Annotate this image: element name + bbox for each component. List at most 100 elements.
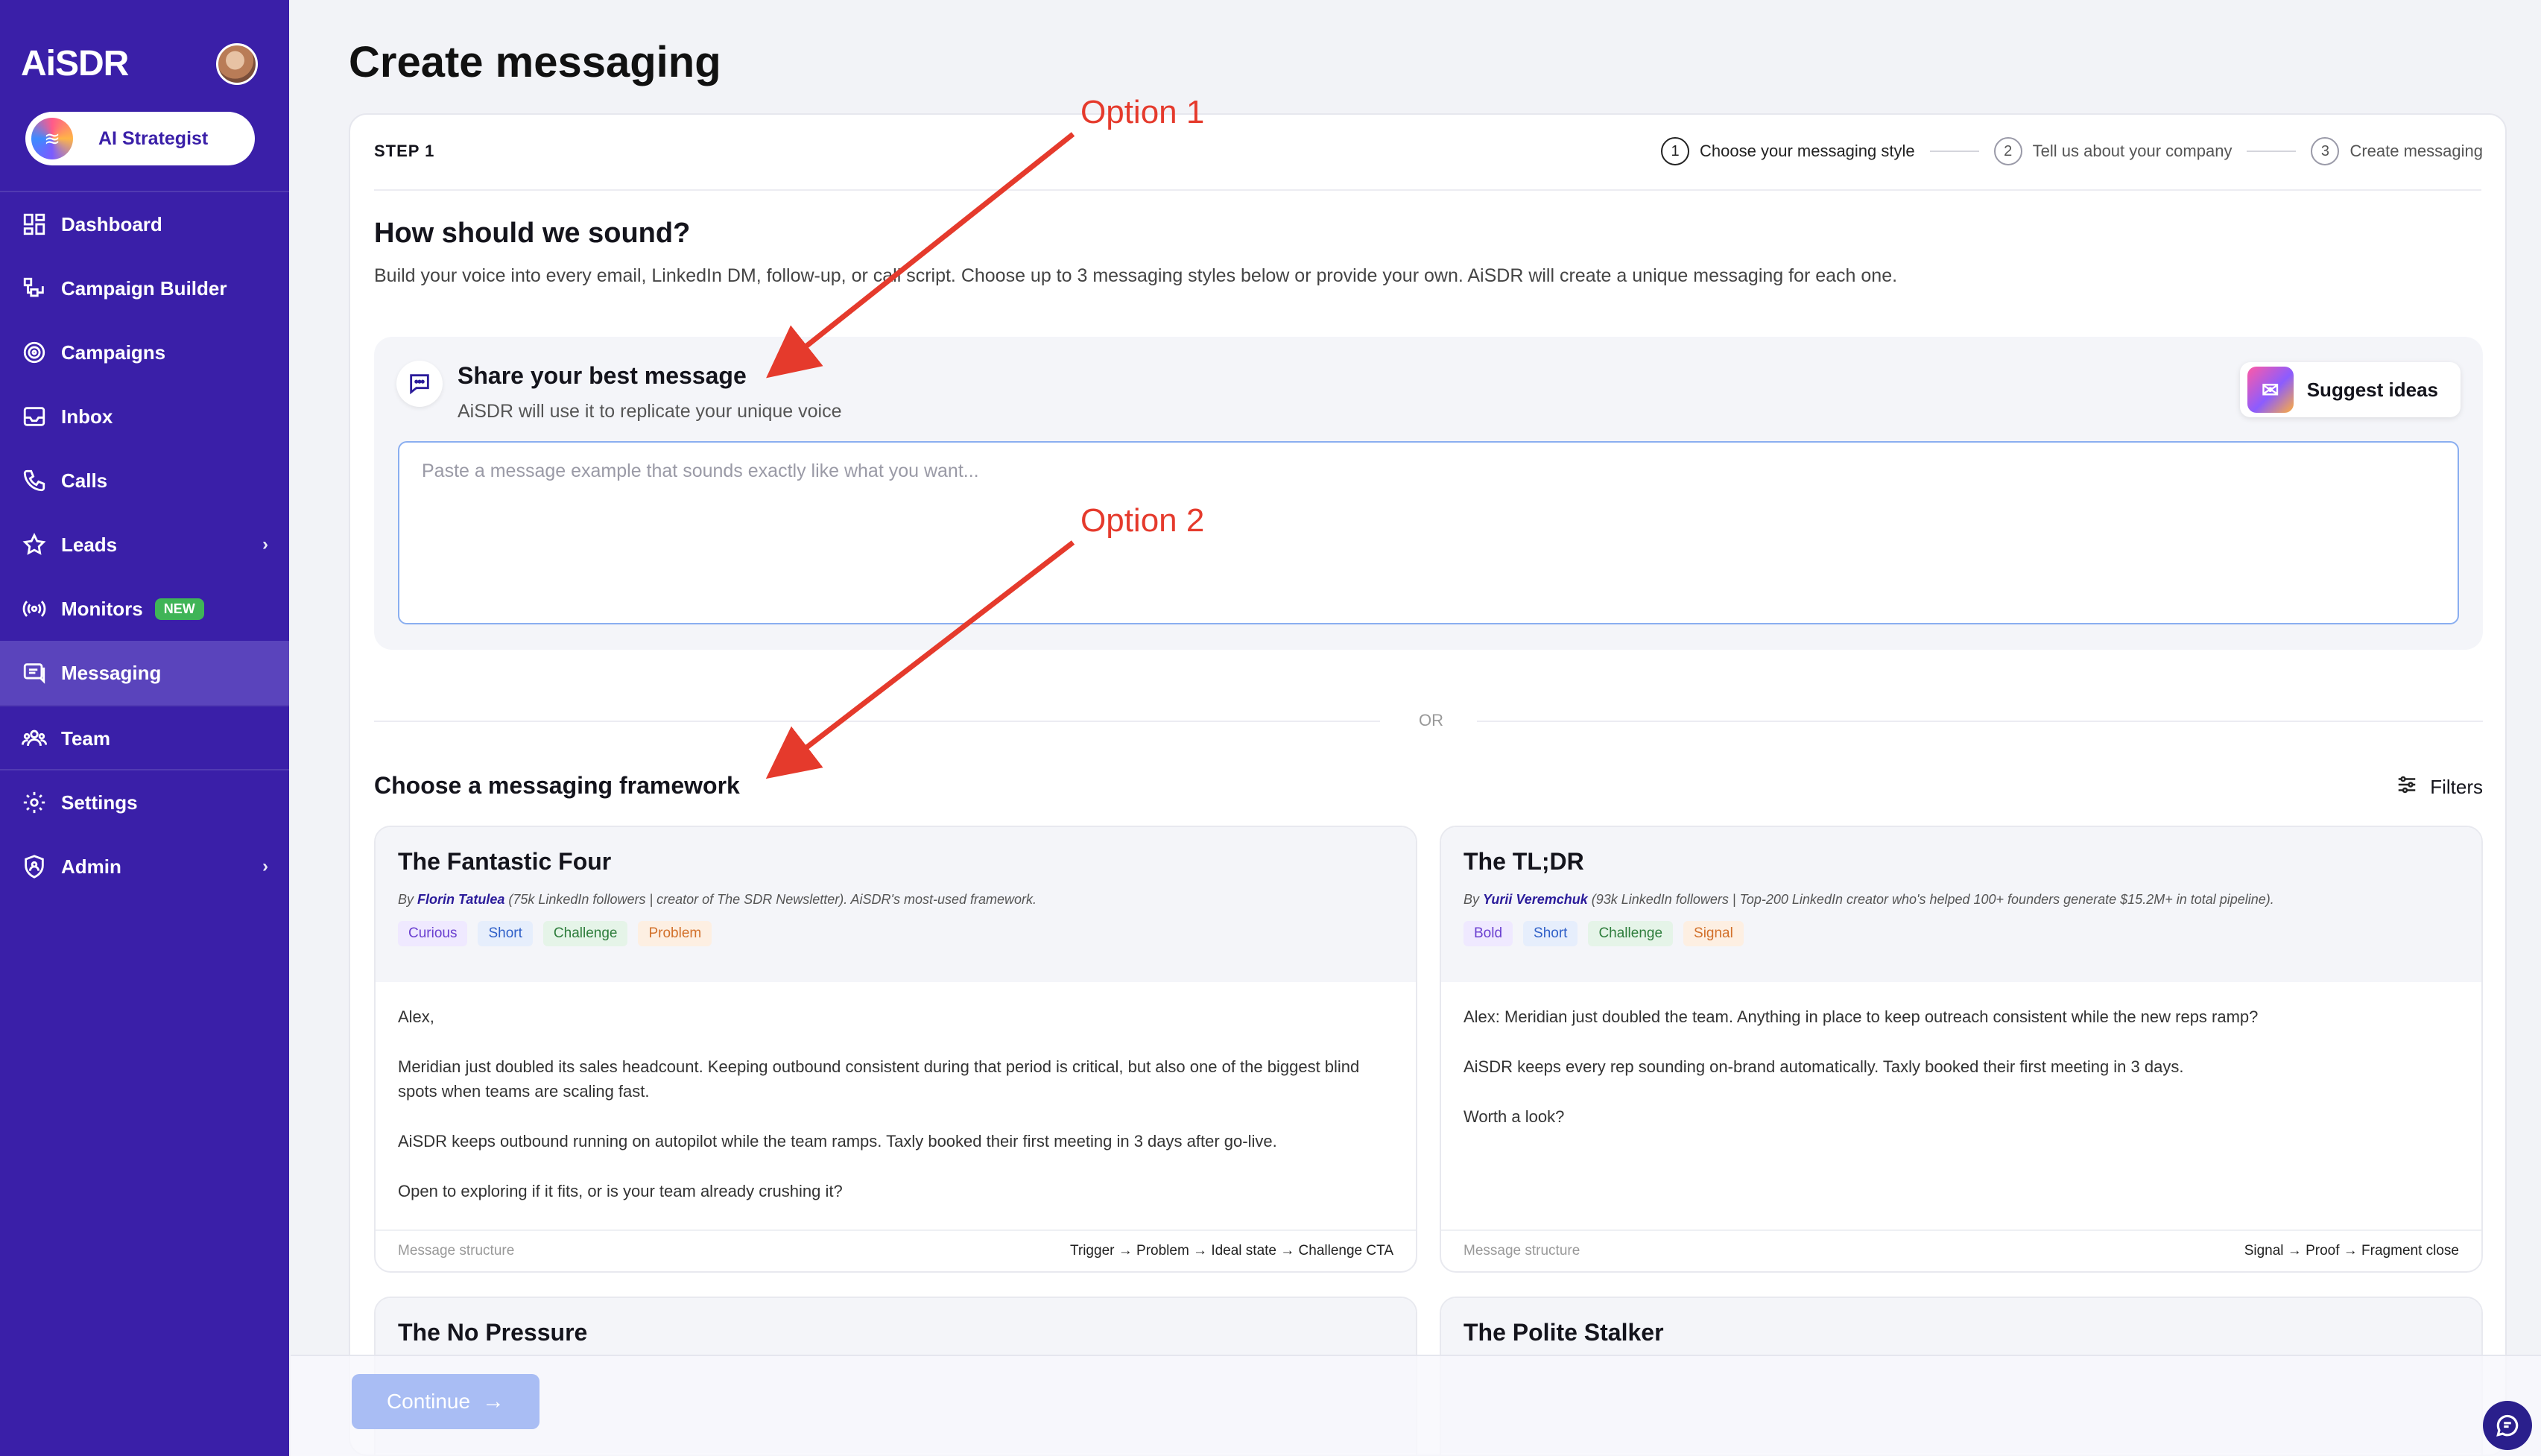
sidebar-item-label: Monitors — [61, 597, 143, 620]
sidebar-item-settings[interactable]: Settings — [0, 770, 289, 835]
step-number: 2 — [1993, 137, 2022, 165]
step-label-text: Create messaging — [2349, 142, 2483, 160]
star-icon — [19, 530, 49, 560]
gear-icon — [19, 788, 49, 817]
broadcast-icon — [19, 594, 49, 624]
mail-sparkle-icon: ✉ — [2247, 367, 2294, 413]
message-paragraph: Meridian just doubled its sales headcoun… — [398, 1057, 1360, 1101]
tag-curious: Curious — [398, 921, 468, 946]
header-divider — [374, 189, 2481, 191]
arrow-right-icon: → — [482, 1389, 505, 1414]
sidebar-item-label: Inbox — [61, 405, 113, 428]
wizard-step-2[interactable]: 2 Tell us about your company — [1993, 137, 2232, 165]
byline-text: (75k LinkedIn followers | creator of The… — [504, 892, 1037, 907]
continue-button[interactable]: Continue → — [352, 1374, 539, 1429]
sidebar-item-inbox[interactable]: Inbox — [0, 384, 289, 449]
tag-bold: Bold — [1463, 921, 1513, 946]
sidebar: AiSDR ≋ AI Strategist Dashboard Campaign… — [0, 0, 289, 1456]
sidebar-item-label: Admin — [61, 855, 121, 878]
structure-flow: Signal → Proof → Fragment close — [2244, 1243, 2459, 1259]
sidebar-item-label: Settings — [61, 791, 138, 814]
framework-tags: Bold Short Challenge Signal — [1463, 921, 2459, 946]
step-label-text: Choose your messaging style — [1700, 142, 1915, 160]
section-heading: How should we sound? — [374, 218, 691, 249]
dashboard-icon — [19, 209, 49, 239]
framework-card-header: The TL;DR By Yurii Veremchuk (93k Linked… — [1441, 827, 2481, 982]
wizard-step-1[interactable]: 1 Choose your messaging style — [1661, 137, 1915, 165]
divider-line — [374, 721, 1380, 722]
framework-byline: By Yurii Veremchuk (93k LinkedIn followe… — [1463, 892, 2459, 908]
message-paragraph: Alex: Meridian just doubled the team. An… — [1463, 1007, 2259, 1026]
annotation-option-1: Option 1 — [1080, 94, 1205, 130]
framework-tags: Curious Short Challenge Problem — [398, 921, 1393, 946]
shield-icon — [19, 852, 49, 881]
tag-short: Short — [1523, 921, 1578, 946]
message-paragraph: AiSDR keeps every rep sounding on-brand … — [1463, 1057, 2184, 1076]
framework-card-header: The Fantastic Four By Florin Tatulea (75… — [376, 827, 1416, 982]
sidebar-item-team[interactable]: Team — [0, 706, 289, 770]
sidebar-item-label: Dashboard — [61, 212, 162, 235]
step-connector — [1929, 151, 1979, 152]
message-paragraph: Alex, — [398, 1007, 434, 1026]
sidebar-item-messaging[interactable]: Messaging — [0, 641, 289, 705]
structure-label: Message structure — [398, 1243, 515, 1259]
framework-example-message: Alex: Meridian just doubled the team. An… — [1441, 982, 2481, 1229]
tag-problem: Problem — [638, 921, 712, 946]
framework-card-tldr[interactable]: The TL;DR By Yurii Veremchuk (93k Linked… — [1440, 826, 2483, 1273]
framework-name: The TL;DR — [1463, 848, 1584, 875]
annotation-option-2: Option 2 — [1080, 502, 1205, 539]
tag-challenge: Challenge — [542, 921, 628, 946]
step-number: 3 — [2311, 137, 2340, 165]
user-avatar[interactable] — [216, 43, 258, 85]
step-connector — [2247, 151, 2297, 152]
sidebar-item-label: Team — [61, 727, 110, 750]
target-icon — [19, 338, 49, 367]
inbox-icon — [19, 402, 49, 431]
tag-challenge: Challenge — [1588, 921, 1674, 946]
framework-name: The Polite Stalker — [1463, 1319, 1664, 1346]
wizard-step-3[interactable]: 3 Create messaging — [2311, 137, 2483, 165]
chevron-right-icon: › — [262, 534, 268, 554]
sidebar-item-label: Campaign Builder — [61, 276, 227, 300]
chevron-right-icon: › — [262, 856, 268, 876]
suggest-ideas-button[interactable]: ✉ Suggest ideas — [2239, 362, 2461, 417]
tag-short: Short — [478, 921, 533, 946]
app-logo[interactable]: AiSDR — [21, 43, 129, 84]
share-title: Share your best message — [458, 362, 747, 389]
message-icon — [19, 658, 49, 688]
wizard-stepper: 1 Choose your messaging style 2 Tell us … — [1661, 137, 2483, 165]
message-example-input[interactable] — [398, 441, 2459, 624]
share-message-panel: Share your best message AiSDR will use i… — [374, 337, 2483, 650]
suggest-ideas-label: Suggest ideas — [2306, 378, 2438, 401]
sidebar-item-campaigns[interactable]: Campaigns — [0, 320, 289, 384]
new-badge: NEW — [154, 598, 204, 620]
campaign-builder-icon — [19, 273, 49, 303]
step-number: 1 — [1661, 137, 1690, 165]
byline-prefix: By — [398, 892, 418, 907]
sidebar-divider — [0, 769, 289, 770]
section-description: Build your voice into every email, Linke… — [374, 265, 1898, 286]
filters-label: Filters — [2430, 776, 2483, 798]
sidebar-item-calls[interactable]: Calls — [0, 449, 289, 513]
ai-strategist-button[interactable]: ≋ AI Strategist — [25, 112, 255, 165]
framework-card-fantastic-four[interactable]: The Fantastic Four By Florin Tatulea (75… — [374, 826, 1417, 1273]
sidebar-item-admin[interactable]: Admin › — [0, 835, 289, 899]
filters-button[interactable]: Filters — [2396, 773, 2483, 801]
framework-name: The No Pressure — [398, 1319, 588, 1346]
sidebar-item-leads[interactable]: Leads › — [0, 513, 289, 577]
structure-label: Message structure — [1463, 1243, 1580, 1259]
sidebar-item-label: Calls — [61, 469, 108, 492]
sidebar-item-dashboard[interactable]: Dashboard — [0, 192, 289, 256]
phone-icon — [19, 466, 49, 496]
message-paragraph: Open to exploring if it fits, or is your… — [398, 1182, 843, 1200]
divider-line — [1477, 721, 2483, 722]
support-chat-button[interactable] — [2483, 1401, 2532, 1450]
tag-signal: Signal — [1683, 921, 1744, 946]
sidebar-item-campaign-builder[interactable]: Campaign Builder — [0, 256, 289, 320]
bottom-action-bar — [291, 1355, 2541, 1456]
or-divider: OR — [374, 708, 2483, 738]
team-icon — [19, 724, 49, 753]
byline-prefix: By — [1463, 892, 1484, 907]
sidebar-item-monitors[interactable]: Monitors NEW — [0, 577, 289, 641]
ai-strategist-label: AI Strategist — [98, 127, 209, 149]
